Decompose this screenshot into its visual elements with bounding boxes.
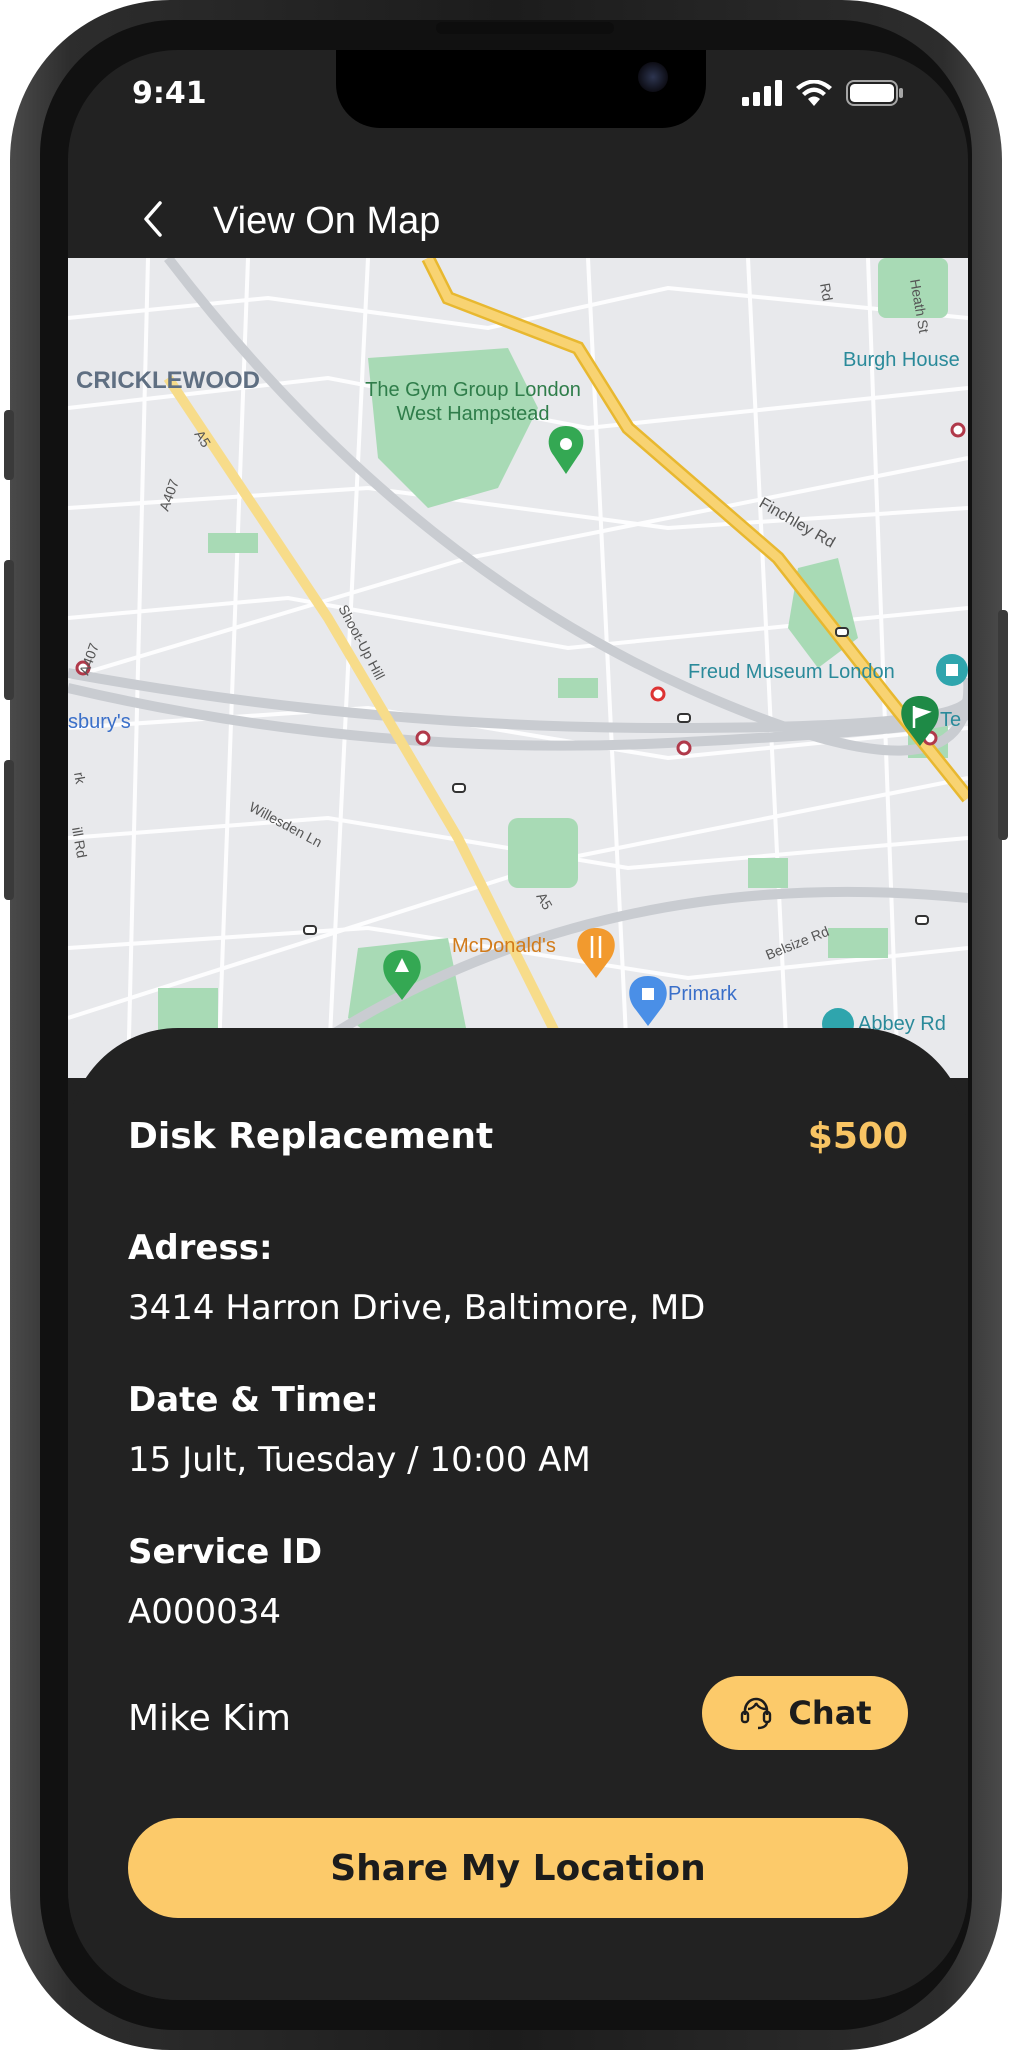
address-value: 3414 Harron Drive, Baltimore, MD xyxy=(128,1288,706,1328)
service-id-value: A000034 xyxy=(128,1592,282,1632)
power-button xyxy=(998,610,1008,840)
map-label-sainsburys: sbury's xyxy=(68,711,131,733)
volume-down-button xyxy=(4,760,14,900)
chevron-left-icon xyxy=(144,201,162,237)
job-details-sheet: Disk Replacement $500 Adress: 3414 Harro… xyxy=(68,1028,968,2000)
chat-button[interactable]: Chat xyxy=(702,1676,908,1750)
map-label-rd: Rd xyxy=(817,282,836,302)
status-time: 9:41 xyxy=(132,76,207,111)
notch xyxy=(336,50,706,128)
phone-frame: 9:41 View On Map CRICKLEWOOD The Gym Gro… xyxy=(4,0,1008,2050)
address-label: Adress: xyxy=(128,1228,273,1268)
chat-button-label: Chat xyxy=(788,1694,872,1732)
wifi-icon xyxy=(796,80,832,106)
service-id-label: Service ID xyxy=(128,1532,323,1572)
datetime-label: Date & Time: xyxy=(128,1380,379,1420)
technician-name: Mike Kim xyxy=(128,1698,291,1739)
back-button[interactable] xyxy=(128,194,178,244)
signal-icon xyxy=(742,80,782,106)
status-icons xyxy=(742,80,904,106)
service-price: $500 xyxy=(807,1116,908,1157)
volume-up-button xyxy=(4,560,14,700)
page-title: View On Map xyxy=(213,200,441,242)
map-label-primark: Primark xyxy=(668,983,738,1005)
map-label-gym-2: West Hampstead xyxy=(396,403,549,425)
map-label-mcdonalds: McDonald's xyxy=(452,935,556,957)
camera xyxy=(638,62,668,92)
map-label-cricklewood: CRICKLEWOOD xyxy=(76,367,260,394)
speaker-grille xyxy=(436,22,614,34)
map-view[interactable]: CRICKLEWOOD The Gym Group London West Ha… xyxy=(68,258,968,1078)
map-label-freud-museum: Freud Museum London xyxy=(688,661,895,683)
screen: 9:41 View On Map CRICKLEWOOD The Gym Gro… xyxy=(68,50,968,2000)
support-agent-icon xyxy=(741,1697,772,1730)
map-label-gym-1: The Gym Group London xyxy=(365,379,581,401)
map-label-burgh-house: Burgh House xyxy=(843,349,960,371)
transit-icon xyxy=(650,686,666,702)
map-canvas: CRICKLEWOOD The Gym Group London West Ha… xyxy=(68,258,968,1078)
service-name: Disk Replacement xyxy=(128,1116,494,1157)
side-button xyxy=(4,410,14,480)
freud-museum-icon[interactable] xyxy=(936,654,968,686)
datetime-value: 15 Jult, Tuesday / 10:00 AM xyxy=(128,1440,591,1480)
map-label-te: Te xyxy=(940,709,961,731)
share-location-button[interactable]: Share My Location xyxy=(128,1818,908,1918)
battery-icon xyxy=(846,80,903,106)
